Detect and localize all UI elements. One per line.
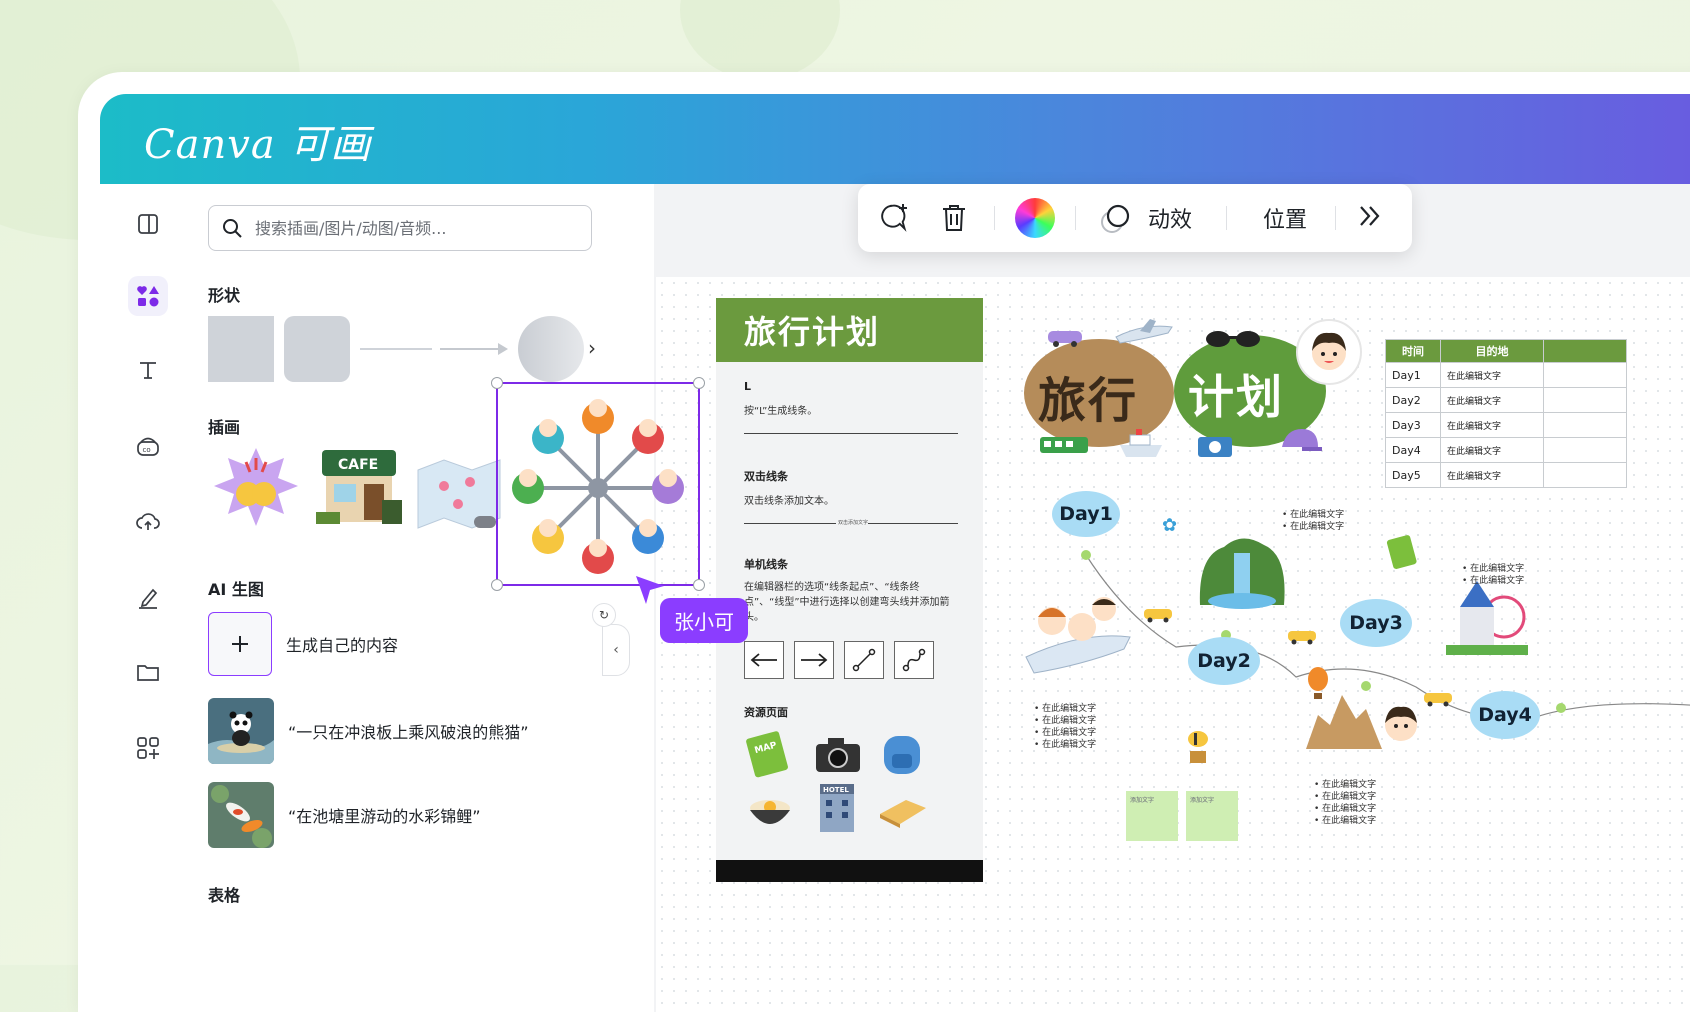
search-icon bbox=[221, 217, 243, 239]
rotate-icon[interactable]: ↻ bbox=[592, 603, 616, 627]
day4-bubble[interactable]: Day4 bbox=[1470, 691, 1540, 739]
bullet-item[interactable]: • 在此编辑文字 bbox=[1282, 509, 1344, 521]
sticky-note[interactable]: 添加文字 bbox=[1186, 791, 1238, 841]
ai-example-koi-label: “在池塘里游动的水彩锦鲤” bbox=[288, 807, 481, 826]
draw-icon[interactable] bbox=[128, 578, 168, 618]
resize-handle[interactable] bbox=[491, 579, 503, 591]
collapse-panel-button[interactable]: ‹ bbox=[602, 624, 630, 676]
selected-ferris-wheel[interactable] bbox=[496, 382, 700, 586]
map-illustration[interactable] bbox=[414, 452, 506, 538]
day1-bubble[interactable]: Day1 bbox=[1052, 491, 1120, 537]
map-small-sticker[interactable] bbox=[1386, 533, 1420, 577]
toolbar-divider bbox=[994, 206, 995, 230]
bullet-item[interactable]: • 在此编辑文字 bbox=[1314, 803, 1376, 815]
animate-button[interactable]: 动效 bbox=[1098, 200, 1192, 236]
day3-bubble[interactable]: Day3 bbox=[1340, 599, 1412, 647]
chevron-left-icon: ‹ bbox=[613, 642, 619, 658]
ai-example-panda-label: “一只在冲浪板上乘风破浪的熊猫” bbox=[288, 723, 529, 742]
waterfall-sticker[interactable] bbox=[1194, 525, 1290, 615]
bullet-list-3[interactable]: • 在此编辑文字 • 在此编辑文字 • 在此编辑文字 • 在此编辑文字 bbox=[1034, 703, 1096, 751]
text-icon[interactable] bbox=[128, 350, 168, 390]
bullet-item[interactable]: • 在此编辑文字 bbox=[1034, 703, 1096, 715]
svg-text:CAFE: CAFE bbox=[338, 457, 378, 473]
bullet-list-2[interactable]: • 在此编辑文字 • 在此编辑文字 bbox=[1462, 563, 1524, 587]
toolbar-divider bbox=[1075, 206, 1076, 230]
canva-logo[interactable]: Canva 可画 bbox=[144, 112, 371, 170]
amusement-park-sticker[interactable] bbox=[1446, 577, 1528, 661]
design-page[interactable]: 旅行计划 L 按“L”生成线条。 双击线条 双击线条添加文本。 双击添加文字 单… bbox=[656, 277, 1690, 1012]
elements-panel: 形状 › 插画 CAFE AI 生图 生成自己的内容 bbox=[192, 184, 655, 1012]
add-comment-icon[interactable] bbox=[874, 198, 914, 238]
elements-icon[interactable] bbox=[128, 276, 168, 316]
resize-handle[interactable] bbox=[693, 377, 705, 389]
more-icon[interactable] bbox=[1356, 202, 1384, 234]
clapping-hands-illustration[interactable] bbox=[208, 444, 304, 534]
rounded-square-shape[interactable] bbox=[284, 316, 350, 382]
collaborator-name-tag: 张小可 bbox=[660, 598, 748, 643]
bullet-list-1[interactable]: • 在此编辑文字 • 在此编辑文字 bbox=[1282, 509, 1344, 533]
search-box[interactable] bbox=[208, 205, 592, 251]
context-toolbar: 动效 位置 bbox=[858, 184, 1412, 252]
upload-cloud-icon[interactable] bbox=[128, 502, 168, 542]
bullet-item[interactable]: • 在此编辑文字 bbox=[1034, 715, 1096, 727]
bee-sticker[interactable] bbox=[1182, 725, 1214, 769]
circle-shape[interactable] bbox=[518, 316, 584, 382]
plus-icon[interactable] bbox=[208, 612, 272, 676]
bullet-item[interactable]: • 在此编辑文字 bbox=[1282, 521, 1344, 533]
family-airplane-sticker[interactable] bbox=[1022, 591, 1134, 687]
app-window: Canva 可画 co 搜索插画/图片/动图/音频... 形状 › 插画 CAF… bbox=[78, 72, 1690, 1012]
square-shape[interactable] bbox=[208, 316, 274, 382]
search-input[interactable] bbox=[253, 217, 577, 239]
brand-icon[interactable]: co bbox=[128, 426, 168, 466]
taxi-sticker-1[interactable] bbox=[1142, 605, 1174, 627]
generate-label: 生成自己的内容 bbox=[286, 636, 399, 655]
shapes-title: 形状 bbox=[208, 286, 241, 305]
color-picker-icon[interactable] bbox=[1015, 198, 1055, 238]
cafe-illustration[interactable]: CAFE bbox=[312, 446, 408, 534]
toolbar-divider bbox=[1226, 206, 1228, 230]
koi-thumbnail bbox=[208, 782, 274, 848]
position-button[interactable]: 位置 bbox=[1263, 202, 1307, 234]
chevron-right-icon[interactable]: › bbox=[588, 336, 596, 360]
flower-icon: ✿ bbox=[1162, 515, 1178, 536]
bullet-item[interactable]: • 在此编辑文字 bbox=[1314, 791, 1376, 803]
folder-icon[interactable] bbox=[128, 652, 168, 692]
resize-handle[interactable] bbox=[693, 579, 705, 591]
animate-icon bbox=[1101, 204, 1130, 233]
illustrations-title: 插画 bbox=[208, 418, 241, 437]
route-path[interactable] bbox=[656, 277, 1690, 1012]
line-shape[interactable] bbox=[360, 348, 432, 350]
trash-icon[interactable] bbox=[936, 198, 972, 238]
day2-bubble[interactable]: Day2 bbox=[1188, 637, 1260, 685]
panda-thumbnail bbox=[208, 698, 274, 764]
resize-handle[interactable] bbox=[491, 377, 503, 389]
toolbar-divider bbox=[1335, 206, 1337, 230]
ai-example-koi[interactable]: “在池塘里游动的水彩锦鲤” bbox=[208, 782, 481, 848]
bullet-item[interactable]: • 在此编辑文字 bbox=[1034, 739, 1096, 751]
bullet-item[interactable]: • 在此编辑文字 bbox=[1314, 815, 1376, 827]
ferris-wheel-illustration bbox=[512, 399, 684, 574]
ai-title: AI 生图 bbox=[208, 580, 264, 599]
bullet-item[interactable]: • 在此编辑文字 bbox=[1314, 779, 1376, 791]
svg-text:co: co bbox=[143, 446, 151, 454]
arrow-line-shape[interactable] bbox=[440, 340, 510, 362]
table-title: 表格 bbox=[208, 886, 241, 905]
bullet-item[interactable]: • 在此编辑文字 bbox=[1462, 563, 1524, 575]
bullet-item[interactable]: • 在此编辑文字 bbox=[1462, 575, 1524, 587]
bullet-list-4[interactable]: • 在此编辑文字 • 在此编辑文字 • 在此编辑文字 • 在此编辑文字 bbox=[1314, 779, 1376, 827]
sticky-note[interactable]: 添加文字 bbox=[1126, 791, 1178, 841]
top-bar: Canva 可画 bbox=[100, 94, 1690, 184]
layout-icon[interactable] bbox=[128, 204, 168, 244]
taxi-sticker-2[interactable] bbox=[1286, 627, 1318, 649]
generate-own-content-button[interactable]: 生成自己的内容 bbox=[208, 612, 398, 676]
taxi-sticker-3[interactable] bbox=[1422, 689, 1454, 711]
apps-icon[interactable] bbox=[128, 728, 168, 768]
side-rail: co bbox=[100, 184, 192, 1012]
bullet-item[interactable]: • 在此编辑文字 bbox=[1034, 727, 1096, 739]
canvas-area: 动效 位置 旅行计划 L 按“L”生成线条。 双击线条 双击线条添加文本。 双击… bbox=[654, 184, 1690, 1012]
ai-example-panda[interactable]: “一只在冲浪板上乘风破浪的熊猫” bbox=[208, 698, 529, 764]
girl-sticker[interactable] bbox=[1378, 701, 1424, 751]
animate-label: 动效 bbox=[1148, 208, 1193, 233]
desert-rocks-sticker[interactable] bbox=[1304, 685, 1384, 755]
